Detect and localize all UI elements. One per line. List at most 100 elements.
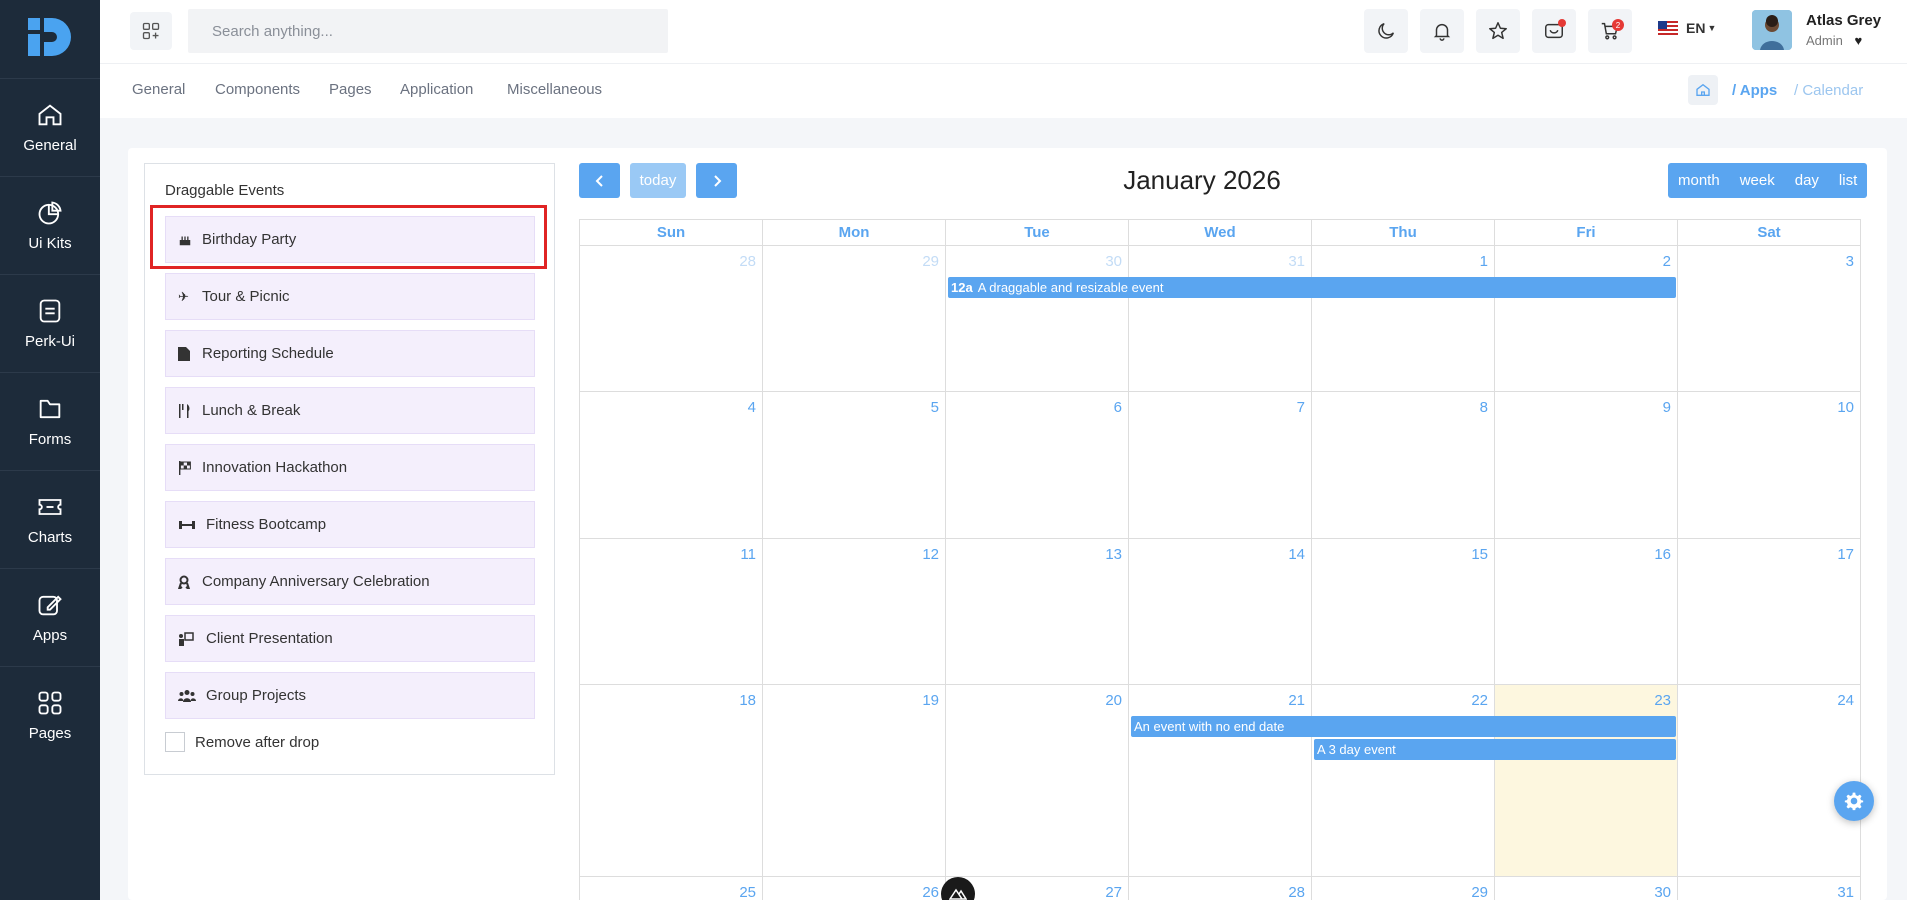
calendar-event[interactable]: An event with no end date [1131,716,1676,737]
day-cell[interactable]: 17 [1678,539,1861,685]
top-bar: 2 EN ▼ Atlas Grey Admin ♥ [100,0,1907,64]
day-cell[interactable]: 18 [580,685,763,877]
view-list-button[interactable]: list [1829,163,1867,198]
day-number: 19 [922,692,939,709]
nav-link-components[interactable]: Components [215,81,300,98]
day-cell[interactable]: 19 [763,685,946,877]
draggable-event-birthday-party[interactable]: Birthday Party [165,216,535,263]
cart-button[interactable]: 2 [1588,9,1632,53]
view-month-button[interactable]: month [1668,163,1730,198]
messages-button[interactable] [1532,9,1576,53]
day-cell[interactable]: 25 [580,877,763,900]
breadcrumb-apps[interactable]: / Apps [1732,82,1777,99]
language-selector[interactable]: EN ▼ [1658,20,1716,36]
day-cell[interactable]: 21 [1129,685,1312,877]
search-input[interactable] [188,9,668,53]
draggable-event-innovation-hackathon[interactable]: Innovation Hackathon [165,444,535,491]
day-cell[interactable]: 16 [1495,539,1678,685]
day-cell[interactable]: 6 [946,392,1129,539]
day-cell[interactable]: 28 [1129,877,1312,900]
day-cell[interactable]: 26 [763,877,946,900]
app-grid-button[interactable] [130,12,172,50]
draggable-event-company-anniversary[interactable]: Company Anniversary Celebration [165,558,535,605]
day-cell[interactable]: 20 [946,685,1129,877]
heart-icon: ♥ [1854,33,1863,48]
day-cell-today[interactable]: 23 [1495,685,1678,877]
event-label: Company Anniversary Celebration [202,573,430,590]
day-cell[interactable]: 11 [580,539,763,685]
day-cell[interactable]: 29 [763,246,946,392]
day-cell[interactable]: 24 [1678,685,1861,877]
day-cell[interactable]: 31 [1129,246,1312,392]
day-cell[interactable]: 10 [1678,392,1861,539]
day-number: 31 [1837,884,1854,900]
day-cell[interactable]: 15 [1312,539,1495,685]
day-cell[interactable]: 1 [1312,246,1495,392]
day-cell[interactable]: 13 [946,539,1129,685]
user-role[interactable]: Admin ♥ [1806,33,1862,48]
remove-after-drop-checkbox[interactable]: Remove after drop [165,732,319,752]
event-label: Fitness Bootcamp [206,516,327,533]
settings-fab-button[interactable] [1834,781,1874,821]
day-cell[interactable]: 2 [1495,246,1678,392]
sidebar-item-forms[interactable]: Forms [0,372,100,470]
nav-link-pages[interactable]: Pages [329,81,372,98]
sidebar-item-charts[interactable]: Charts [0,470,100,568]
sidebar-item-general[interactable]: General [0,78,100,176]
us-flag-icon [1658,21,1678,35]
day-cell[interactable]: 31 [1678,877,1861,900]
day-number: 22 [1471,692,1488,709]
nav-link-general[interactable]: General [132,81,185,98]
sidebar-item-pages[interactable]: Pages [0,666,100,764]
avatar[interactable] [1752,10,1792,50]
day-cell[interactable]: 7 [1129,392,1312,539]
star-icon [1489,22,1507,40]
day-number: 3 [1845,253,1854,270]
sidebar-item-ui-kits[interactable]: Ui Kits [0,176,100,274]
draggable-event-lunch-break[interactable]: Lunch & Break [165,387,535,434]
calendar-event[interactable]: A 3 day event [1314,739,1676,760]
draggable-event-tour-picnic[interactable]: ✈ Tour & Picnic [165,273,535,320]
nav-link-application[interactable]: Application [400,81,473,98]
day-number: 30 [1654,884,1671,900]
draggable-event-reporting-schedule[interactable]: Reporting Schedule [165,330,535,377]
calendar-event[interactable]: 12a A draggable and resizable event [948,277,1676,298]
favorites-button[interactable] [1476,9,1520,53]
draggable-event-client-presentation[interactable]: Client Presentation [165,615,535,662]
home-icon [1696,83,1710,96]
event-label: Innovation Hackathon [202,459,348,476]
day-cell[interactable]: 12 [763,539,946,685]
day-number: 28 [1288,884,1305,900]
checkbox-box[interactable] [165,732,185,752]
weekday-header-sat: Sat [1678,220,1861,246]
day-number: 9 [1662,399,1671,416]
day-cell[interactable]: 14 [1129,539,1312,685]
sidebar-item-apps[interactable]: Apps [0,568,100,666]
today-button[interactable]: today [630,163,686,198]
day-cell[interactable]: 29 [1312,877,1495,900]
dark-mode-button[interactable] [1364,9,1408,53]
day-cell[interactable]: 5 [763,392,946,539]
view-day-button[interactable]: day [1785,163,1829,198]
app-logo-icon[interactable] [26,16,74,58]
day-number: 25 [739,884,756,900]
user-name: Atlas Grey [1806,12,1882,29]
cart-count-badge: 2 [1612,19,1624,31]
day-cell[interactable]: 30 [946,246,1129,392]
day-cell[interactable]: 8 [1312,392,1495,539]
nav-link-miscellaneous[interactable]: Miscellaneous [507,81,602,98]
breadcrumb-home-button[interactable] [1688,75,1718,105]
draggable-event-group-projects[interactable]: Group Projects [165,672,535,719]
day-cell[interactable]: 4 [580,392,763,539]
notifications-button[interactable] [1420,9,1464,53]
next-month-button[interactable] [696,163,737,198]
prev-month-button[interactable] [579,163,620,198]
sidebar-item-perk-ui[interactable]: Perk-Ui [0,274,100,372]
day-cell[interactable]: 3 [1678,246,1861,392]
view-week-button[interactable]: week [1730,163,1785,198]
day-cell[interactable]: 22 [1312,685,1495,877]
day-cell[interactable]: 30 [1495,877,1678,900]
day-cell[interactable]: 9 [1495,392,1678,539]
draggable-event-fitness-bootcamp[interactable]: Fitness Bootcamp [165,501,535,548]
day-cell[interactable]: 28 [580,246,763,392]
